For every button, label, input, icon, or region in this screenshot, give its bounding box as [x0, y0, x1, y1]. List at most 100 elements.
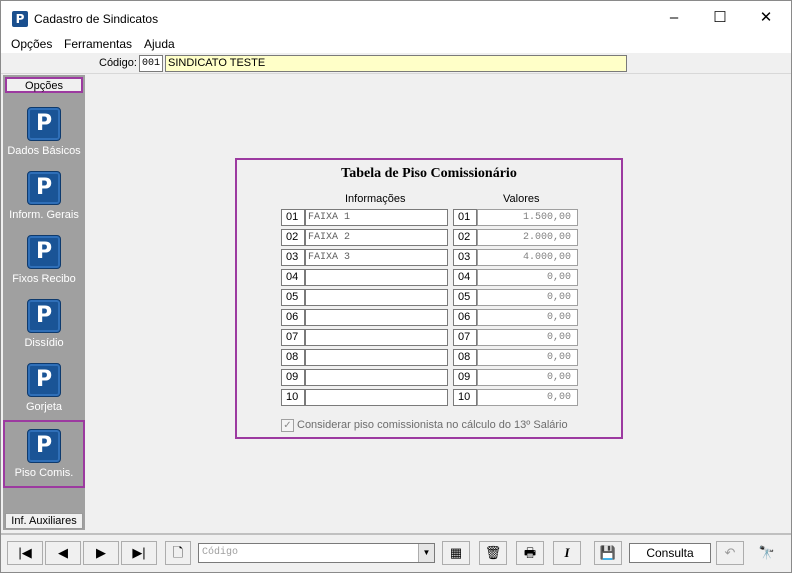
row-number-value: 10 [453, 389, 477, 406]
sidebar-item-inform-gerais[interactable]: P Inform. Gerais [3, 165, 85, 229]
sidebar-item-label: Fixos Recibo [12, 273, 76, 285]
sidebar-item-label: Piso Comis. [14, 467, 74, 479]
new-document-icon[interactable]: 🗋 [165, 541, 191, 565]
row-number-value: 05 [453, 289, 477, 306]
table-row: 07 07 0,00 [237, 329, 621, 348]
filter-icon[interactable]: ▦ [442, 541, 470, 565]
search-combo[interactable]: Código ▼ [198, 543, 435, 563]
value-field[interactable]: 0,00 [477, 369, 578, 386]
row-number-info: 04 [281, 269, 305, 286]
considerar-13-checkbox[interactable]: ✓ [281, 419, 294, 432]
window-title: Cadastro de Sindicatos [34, 12, 159, 26]
row-number-info: 03 [281, 249, 305, 266]
union-name-field[interactable]: SINDICATO TESTE [165, 55, 627, 72]
row-number-value: 03 [453, 249, 477, 266]
code-bar: Código: 001 SINDICATO TESTE [1, 53, 791, 74]
sidebar-item-dados-basicos[interactable]: P Dados Básicos [3, 101, 85, 165]
p-letter: P [35, 367, 53, 392]
table-row: 05 05 0,00 [237, 289, 621, 308]
considerar-13-label: Considerar piso comissionista no cálculo… [297, 419, 568, 431]
value-field[interactable]: 0,00 [477, 309, 578, 326]
print-icon[interactable]: 🖶 [516, 541, 544, 565]
p-letter: P [35, 175, 53, 200]
menu-bar: Opções Ferramentas Ajuda [1, 35, 791, 53]
p-logo-icon: P [27, 363, 61, 397]
sidebar-item-dissidio[interactable]: P Dissídio [3, 293, 85, 357]
info-field[interactable] [305, 349, 448, 366]
row-number-info: 07 [281, 329, 305, 346]
menu-opcoes[interactable]: Opções [11, 37, 52, 51]
info-field[interactable] [305, 269, 448, 286]
row-number-value: 02 [453, 229, 477, 246]
menu-ajuda[interactable]: Ajuda [144, 37, 175, 51]
value-field[interactable]: 1.500,00 [477, 209, 578, 226]
p-letter: P [35, 303, 53, 328]
info-field[interactable]: FAIXA 3 [305, 249, 448, 266]
sidebar: Opções P Dados Básicos P Inform. Gerais … [3, 75, 85, 530]
table-row: 08 08 0,00 [237, 349, 621, 368]
sidebar-tab-opcoes[interactable]: Opções [5, 77, 83, 93]
table-row: 02 FAIXA 2 02 2.000,00 [237, 229, 621, 248]
value-field[interactable]: 0,00 [477, 329, 578, 346]
save-icon[interactable]: 💾 [594, 541, 622, 565]
value-field[interactable]: 0,00 [477, 289, 578, 306]
sidebar-item-label: Dissídio [24, 337, 64, 349]
value-field[interactable]: 0,00 [477, 389, 578, 406]
value-field[interactable]: 2.000,00 [477, 229, 578, 246]
p-logo-icon: P [27, 299, 61, 333]
row-number-value: 04 [453, 269, 477, 286]
row-number-value: 01 [453, 209, 477, 226]
title-bar: P Cadastro de Sindicatos – ☐ ✕ [1, 1, 791, 35]
row-number-value: 08 [453, 349, 477, 366]
p-logo-icon: P [27, 171, 61, 205]
panel-title: Tabela de Piso Comissionário [341, 166, 517, 181]
search-combo-placeholder: Código [202, 547, 239, 558]
info-field[interactable] [305, 329, 448, 346]
info-field[interactable]: FAIXA 2 [305, 229, 448, 246]
info-field[interactable] [305, 309, 448, 326]
p-letter: P [35, 239, 53, 264]
last-record-button[interactable]: ▶| [121, 541, 157, 565]
p-logo-icon: P [27, 429, 61, 463]
main-window: P Cadastro de Sindicatos – ☐ ✕ Opções Fe… [0, 0, 792, 573]
sidebar-item-gorjeta[interactable]: P Gorjeta [3, 357, 85, 421]
value-field[interactable]: 0,00 [477, 269, 578, 286]
sidebar-tab-inf-auxiliares[interactable]: Inf. Auxiliares [5, 513, 83, 529]
row-number-info: 09 [281, 369, 305, 386]
column-header-valores: Valores [503, 193, 540, 205]
delete-icon[interactable]: 🗑 [479, 541, 507, 565]
sidebar-item-piso-comis[interactable]: P Piso Comis. [3, 420, 85, 488]
row-number-info: 08 [281, 349, 305, 366]
close-button[interactable]: ✕ [743, 1, 789, 35]
chevron-down-icon[interactable]: ▼ [418, 544, 434, 562]
minimize-button[interactable]: – [651, 1, 697, 35]
next-record-button[interactable]: ▶ [83, 541, 119, 565]
sidebar-item-fixos-recibo[interactable]: P Fixos Recibo [3, 229, 85, 293]
table-row: 03 FAIXA 3 03 4.000,00 [237, 249, 621, 268]
sidebar-item-label: Dados Básicos [7, 145, 81, 157]
row-number-value: 07 [453, 329, 477, 346]
undo-icon[interactable]: ↶ [716, 541, 744, 565]
prev-record-button[interactable]: ◀ [45, 541, 81, 565]
table-row: 09 09 0,00 [237, 369, 621, 388]
code-number-field[interactable]: 001 [139, 55, 163, 72]
row-number-value: 09 [453, 369, 477, 386]
info-field[interactable] [305, 289, 448, 306]
table-row: 10 10 0,00 [237, 389, 621, 408]
column-header-informacoes: Informações [345, 193, 406, 205]
info-field[interactable] [305, 389, 448, 406]
italic-icon[interactable]: I [553, 541, 581, 565]
binoculars-icon[interactable]: 🔭 [753, 541, 781, 565]
info-field[interactable] [305, 369, 448, 386]
maximize-button[interactable]: ☐ [697, 1, 743, 35]
value-field[interactable]: 0,00 [477, 349, 578, 366]
value-field[interactable]: 4.000,00 [477, 249, 578, 266]
sidebar-item-label: Inform. Gerais [9, 209, 79, 221]
menu-ferramentas[interactable]: Ferramentas [64, 37, 132, 51]
mode-status-field: Consulta [629, 543, 711, 563]
row-number-info: 02 [281, 229, 305, 246]
sidebar-item-label: Gorjeta [25, 401, 63, 413]
info-field[interactable]: FAIXA 1 [305, 209, 448, 226]
first-record-button[interactable]: |◀ [7, 541, 43, 565]
row-number-value: 06 [453, 309, 477, 326]
